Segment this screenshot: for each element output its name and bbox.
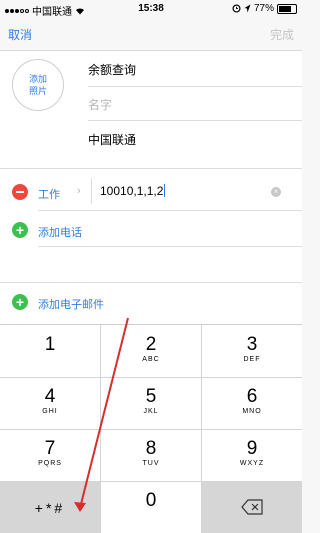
red-annotation-arrow [74,317,129,512]
